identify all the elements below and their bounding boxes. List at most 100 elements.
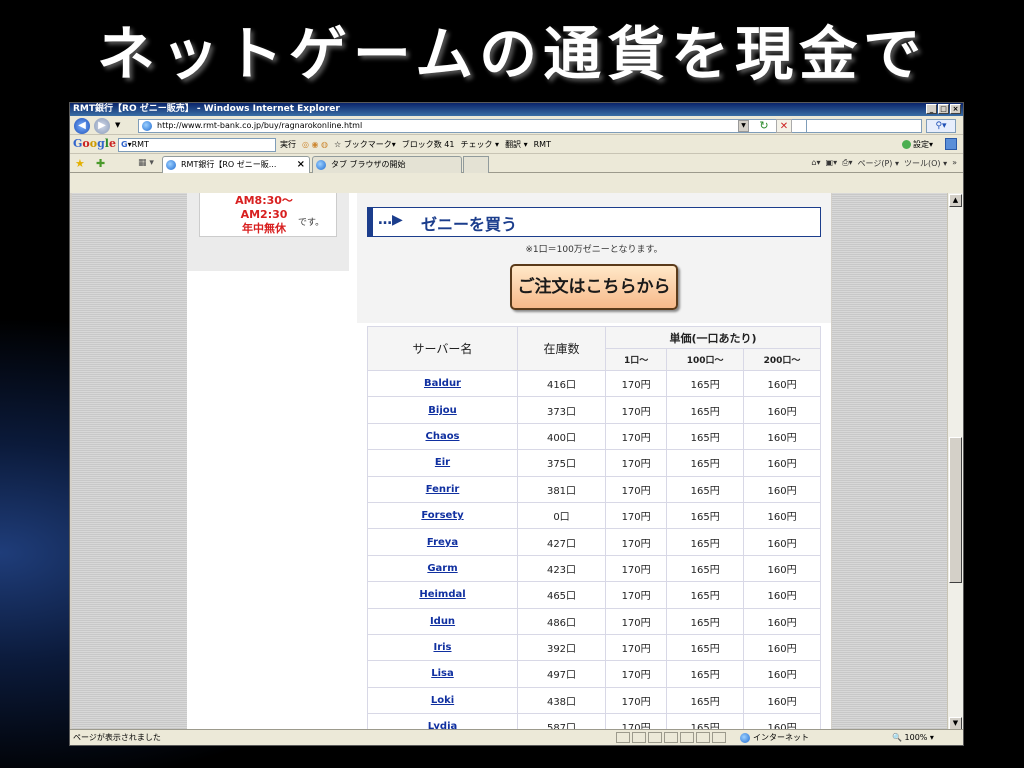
server-link[interactable]: Bijou — [428, 405, 456, 416]
forward-icon[interactable]: ▶ — [94, 118, 110, 134]
price-200-cell: 160円 — [743, 528, 821, 556]
quick-tabs-icon[interactable]: ▦ ▾ — [138, 158, 154, 168]
scroll-up-icon[interactable]: ▲ — [949, 194, 962, 207]
google-settings-button[interactable]: 設定▾ — [901, 139, 933, 150]
favorites-star-icon[interactable]: ★ — [75, 157, 85, 170]
highlight-button[interactable]: RMT — [534, 140, 551, 149]
tab-close-icon[interactable]: × — [297, 157, 305, 172]
zoom-control[interactable]: 🔍 100% ▾ — [892, 730, 934, 745]
server-link[interactable]: Eir — [435, 457, 450, 468]
table-row: Loki 438口 170円 165円 160円 — [367, 686, 821, 715]
price-200-cell: 160円 — [743, 396, 821, 424]
tab-ie-icon — [166, 160, 176, 170]
sidebar-panel: AM8:30〜AM2:30 年中無休 です。 — [187, 193, 349, 271]
tools-menu[interactable]: ツール(O) ▾ — [904, 158, 947, 169]
command-bar: ⌂▾ ▣▾ ⎙▾ ページ(P) ▾ ツール(O) ▾ » — [811, 158, 957, 169]
server-link[interactable]: Forsety — [421, 510, 463, 521]
price-100-cell: 165円 — [666, 528, 745, 556]
vertical-scrollbar[interactable]: ▲ ▼ — [947, 193, 963, 731]
back-icon[interactable]: ◀ — [74, 118, 90, 134]
home-icon[interactable]: ⌂▾ — [811, 158, 820, 169]
table-row: Chaos 400口 170円 165円 160円 — [367, 422, 821, 451]
stock-cell: 381口 — [517, 475, 606, 503]
price-200-cell: 160円 — [743, 686, 821, 715]
refresh-icon[interactable]: ↻ — [756, 119, 772, 133]
table-row: Baldur 416口 170円 165円 160円 — [367, 369, 821, 398]
google-tools: 実行 ◎ ◉ ◍ ☆ ブックマーク▾ ブロック数 41 チェック ▾ 翻訳 ▾ … — [280, 139, 551, 150]
header-server: サーバー名 — [367, 326, 518, 371]
price-1-cell: 170円 — [604, 686, 668, 715]
server-link[interactable]: Loki — [431, 695, 454, 706]
server-link[interactable]: Chaos — [425, 431, 459, 442]
feeds-icon[interactable]: ▣▾ — [826, 158, 838, 169]
server-link[interactable]: Garm — [427, 563, 457, 574]
heading-arrow-icon: …▶ — [378, 212, 403, 228]
server-link[interactable]: Idun — [430, 616, 455, 627]
search-icon[interactable]: ⚲▾ — [926, 119, 956, 133]
server-cell: Heimdal — [367, 581, 518, 609]
add-favorite-icon[interactable]: ✚ — [96, 157, 105, 170]
table-row: Garm 423口 170円 165円 160円 — [367, 554, 821, 583]
price-200-cell: 160円 — [743, 554, 821, 583]
server-cell: Freya — [367, 528, 518, 556]
print-icon[interactable]: ⎙▾ — [842, 158, 852, 169]
live-search-input[interactable] — [806, 119, 922, 133]
server-cell: Idun — [367, 607, 518, 635]
server-cell: Forsety — [367, 501, 518, 530]
price-100-cell: 165円 — [666, 554, 745, 583]
server-link[interactable]: Fenrir — [426, 484, 460, 495]
price-200-cell: 160円 — [743, 607, 821, 635]
tab-rmt[interactable]: RMT銀行【RO ゼニー販... × — [162, 156, 310, 173]
browser-window: RMT銀行【RO ゼニー販売】 - Windows Internet Explo… — [69, 102, 964, 746]
spellcheck-button[interactable]: チェック ▾ — [461, 139, 500, 150]
bookmark-button[interactable]: ☆ ブックマーク▾ — [334, 139, 396, 150]
hours-suffix: です。 — [298, 218, 325, 228]
server-link[interactable]: Baldur — [424, 378, 461, 389]
chevron-more-icon[interactable]: » — [952, 158, 957, 169]
scroll-thumb[interactable] — [949, 437, 962, 583]
page-menu[interactable]: ページ(P) ▾ — [858, 158, 899, 169]
google-toolbar: Google G▾RMT 実行 ◎ ◉ ◍ ☆ ブックマーク▾ ブロック数 41… — [70, 135, 963, 154]
address-dropdown-icon[interactable]: ▼ — [738, 120, 749, 132]
server-link[interactable]: Lisa — [431, 668, 454, 679]
price-1-cell: 170円 — [604, 369, 668, 398]
google-run-button[interactable]: 実行 — [280, 139, 296, 150]
price-100-cell: 165円 — [666, 422, 745, 451]
price-1-cell: 170円 — [604, 633, 668, 662]
order-button[interactable]: ご注文はこちらから — [510, 264, 678, 310]
google-search-input[interactable]: G▾RMT — [118, 138, 276, 152]
tab-start[interactable]: タブ ブラウザの開始 — [312, 156, 462, 173]
toolbar-menu-icon[interactable] — [945, 138, 957, 150]
translate-button[interactable]: 翻訳 ▾ — [505, 139, 528, 150]
stock-cell: 375口 — [517, 449, 606, 477]
new-tab-button[interactable] — [463, 156, 489, 173]
section-heading: …▶ ゼニーを買う — [367, 207, 821, 237]
minimize-button[interactable]: _ — [926, 104, 937, 114]
server-link[interactable]: Heimdal — [419, 589, 465, 600]
popup-blocker-button[interactable]: ブロック数 41 — [402, 139, 455, 150]
stock-cell: 423口 — [517, 554, 606, 583]
price-200-cell: 160円 — [743, 501, 821, 530]
price-100-cell: 165円 — [666, 686, 745, 715]
stock-cell: 392口 — [517, 633, 606, 662]
tab-ie-icon — [316, 160, 326, 170]
sidebar: AM8:30〜AM2:30 年中無休 です。 — [187, 193, 357, 731]
server-link[interactable]: Freya — [427, 537, 458, 548]
server-cell: Chaos — [367, 422, 518, 451]
page-viewport: AM8:30〜AM2:30 年中無休 です。 …▶ ゼニーを買う ※1口＝100… — [70, 193, 950, 731]
address-input[interactable]: http://www.rmt-bank.co.jp/buy/ragnarokon… — [138, 119, 818, 133]
price-100-cell: 165円 — [666, 475, 745, 503]
price-200-cell: 160円 — [743, 369, 821, 398]
server-link[interactable]: Iris — [433, 642, 451, 653]
price-1-cell: 170円 — [604, 475, 668, 503]
slide-title: ネットゲームの通貨を現金で — [96, 20, 928, 88]
table-row: Iris 392口 170円 165円 160円 — [367, 633, 821, 662]
price-200-cell: 160円 — [743, 475, 821, 503]
maximize-button[interactable]: □ — [938, 104, 949, 114]
price-100-cell: 165円 — [666, 581, 745, 609]
price-200-cell: 160円 — [743, 581, 821, 609]
close-window-button[interactable]: × — [950, 104, 961, 114]
history-dropdown-icon[interactable]: ▼ — [115, 121, 120, 129]
price-1-cell: 170円 — [604, 501, 668, 530]
stop-icon[interactable]: ✕ — [776, 119, 792, 133]
